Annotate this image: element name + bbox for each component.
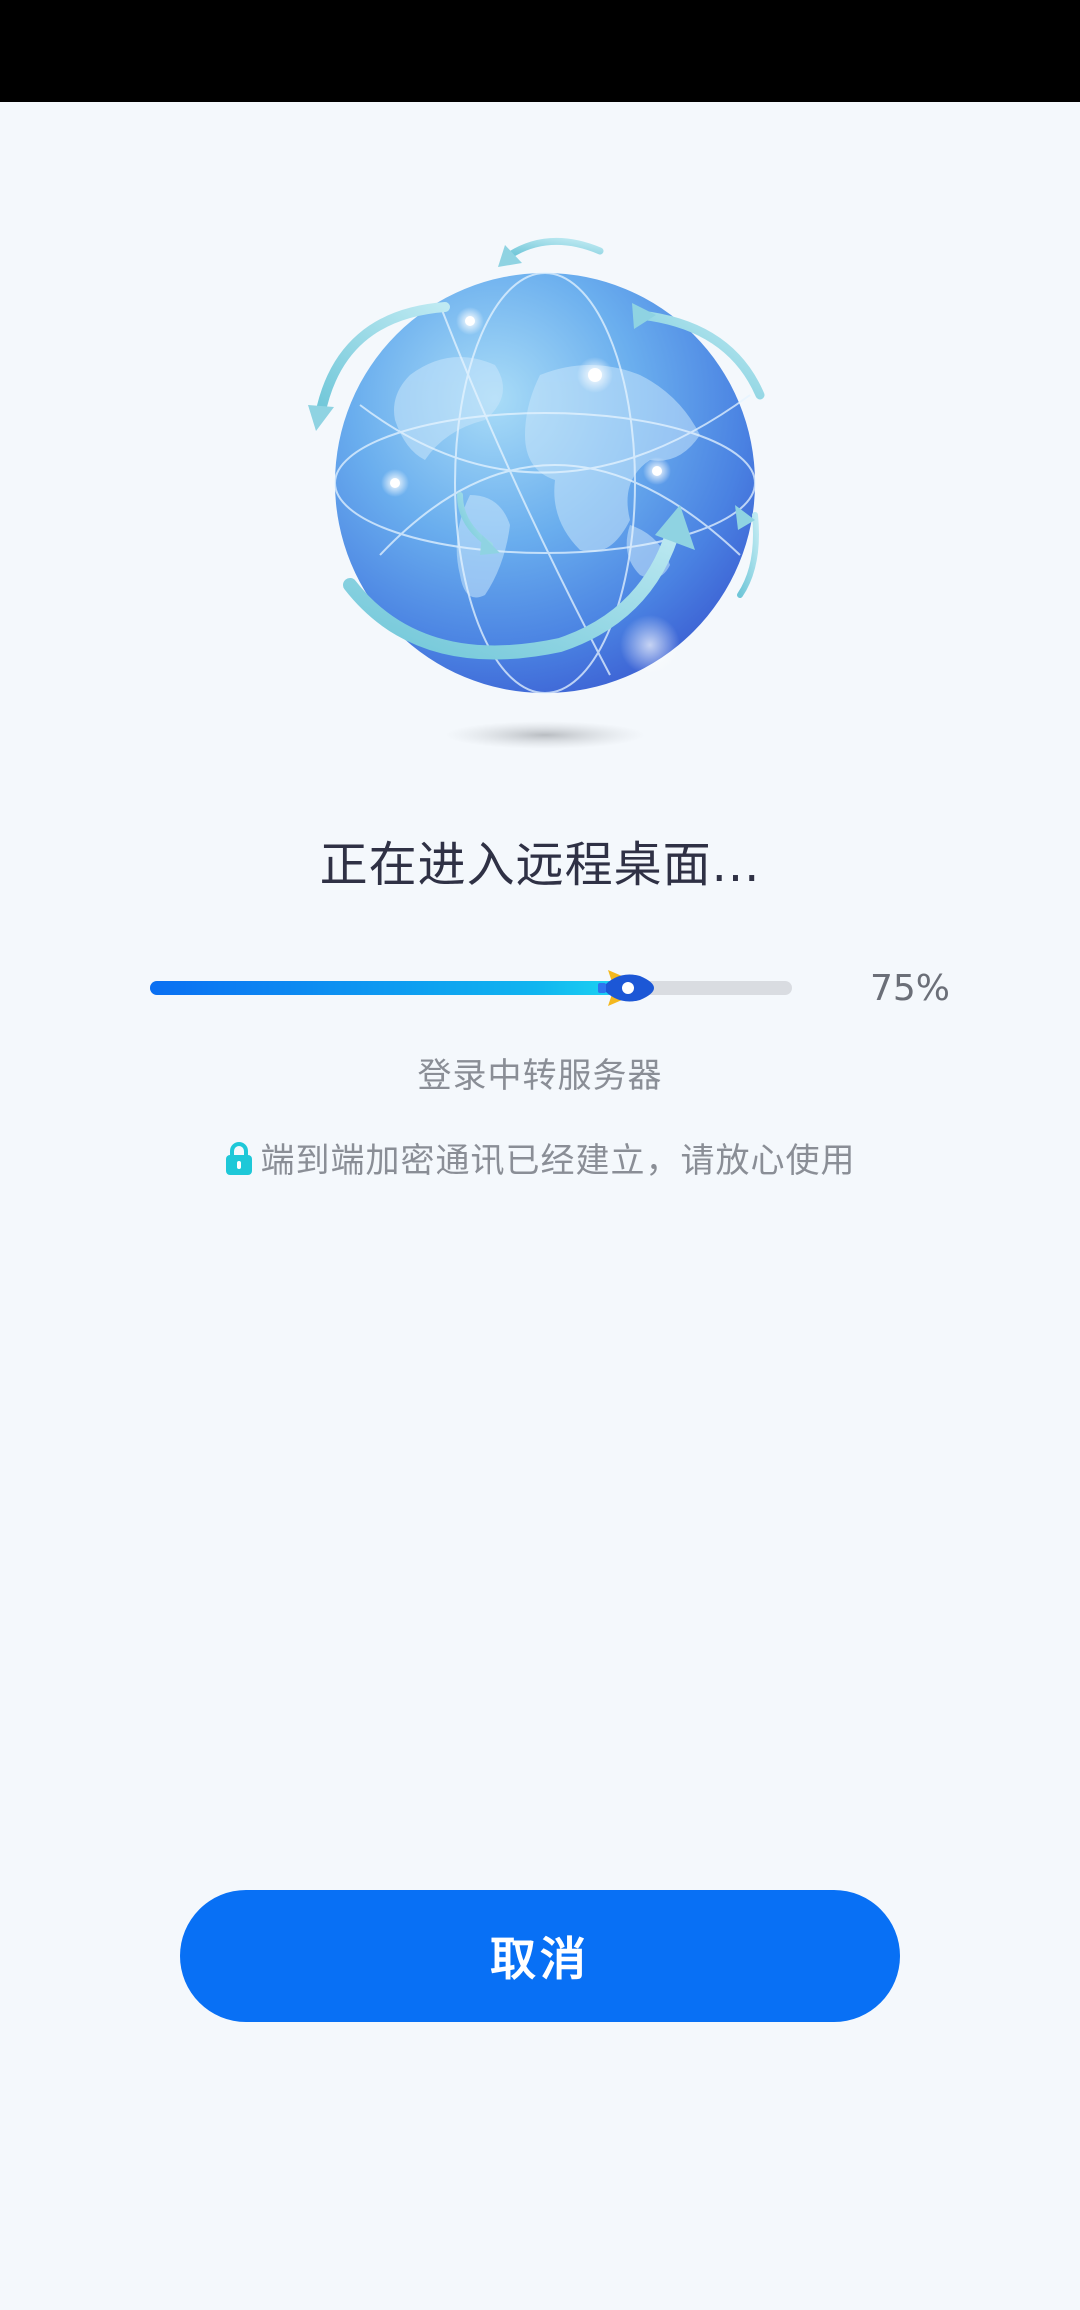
secure-notice: 端到端加密通讯已经建立，请放心使用	[0, 1133, 1080, 1185]
lock-icon	[225, 1142, 253, 1185]
status-bar	[0, 0, 1080, 102]
secure-notice-text: 端到端加密通讯已经建立，请放心使用	[260, 1141, 856, 1181]
page-title: 正在进入远程桌面...	[319, 837, 761, 893]
rocket-icon	[596, 962, 656, 1014]
progress-bar	[150, 981, 792, 995]
status-text: 登录中转服务器	[417, 1056, 663, 1096]
progress-percent: 75%	[870, 968, 951, 1009]
globe-network-icon	[290, 225, 790, 765]
progress-fill	[150, 981, 632, 995]
cancel-button[interactable]: 取消	[180, 1890, 900, 2022]
